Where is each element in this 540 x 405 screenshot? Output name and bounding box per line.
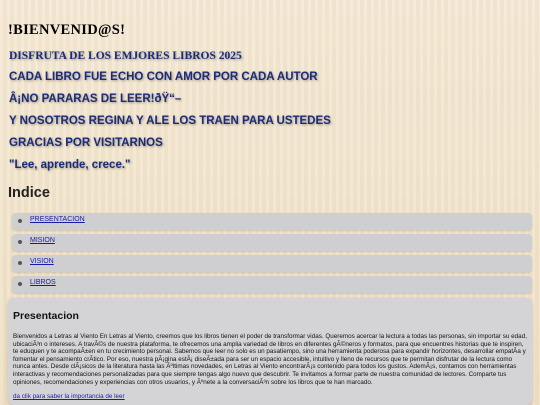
presentacion-text: Bienvenidos a Letras al Viento En Letras… (13, 333, 527, 386)
index-nav: PRESENTACION MISION VISION LIBROS (12, 213, 532, 297)
index-heading: Indice (8, 185, 50, 201)
bullet-icon (18, 219, 22, 223)
tagline-quote: "Lee, aprende, crece." (9, 159, 131, 171)
nav-item-presentacion[interactable]: PRESENTACION (12, 213, 532, 230)
nav-item-libros[interactable]: LIBROS (12, 276, 532, 293)
nav-item-vision[interactable]: VISION (12, 255, 532, 272)
nav-link-mision[interactable]: MISION (30, 237, 55, 244)
nav-item-mision[interactable]: MISION (12, 234, 532, 251)
tagline-thanks: GRACIAS POR VISITARNOS (9, 137, 163, 149)
tagline-keep-reading: Â¡NO PARARAS DE LEER!ðŸ“– (9, 93, 182, 105)
nav-link-libros[interactable]: LIBROS (30, 279, 56, 286)
presentacion-section: Presentacion Bienvenidos a Letras al Vie… (8, 298, 532, 405)
bullet-icon (18, 261, 22, 265)
bullet-icon (18, 240, 22, 244)
nav-link-vision[interactable]: VISION (30, 258, 54, 265)
tagline-love: CADA LIBRO FUE ECHO CON AMOR POR CADA AU… (9, 71, 318, 83)
presentacion-heading: Presentacion (13, 310, 79, 322)
importance-link[interactable]: da clik para saber la importancia de lee… (13, 393, 125, 400)
tagline-best-books: DISFRUTA DE LOS EMJORES LIBROS 2025 (9, 50, 242, 62)
tagline-authors: Y NOSOTROS REGINA Y ALE LOS TRAEN PARA U… (9, 115, 331, 127)
page-title: !BIENVENID@S! (8, 22, 126, 38)
bullet-icon (18, 282, 22, 286)
nav-link-presentacion[interactable]: PRESENTACION (30, 216, 85, 223)
